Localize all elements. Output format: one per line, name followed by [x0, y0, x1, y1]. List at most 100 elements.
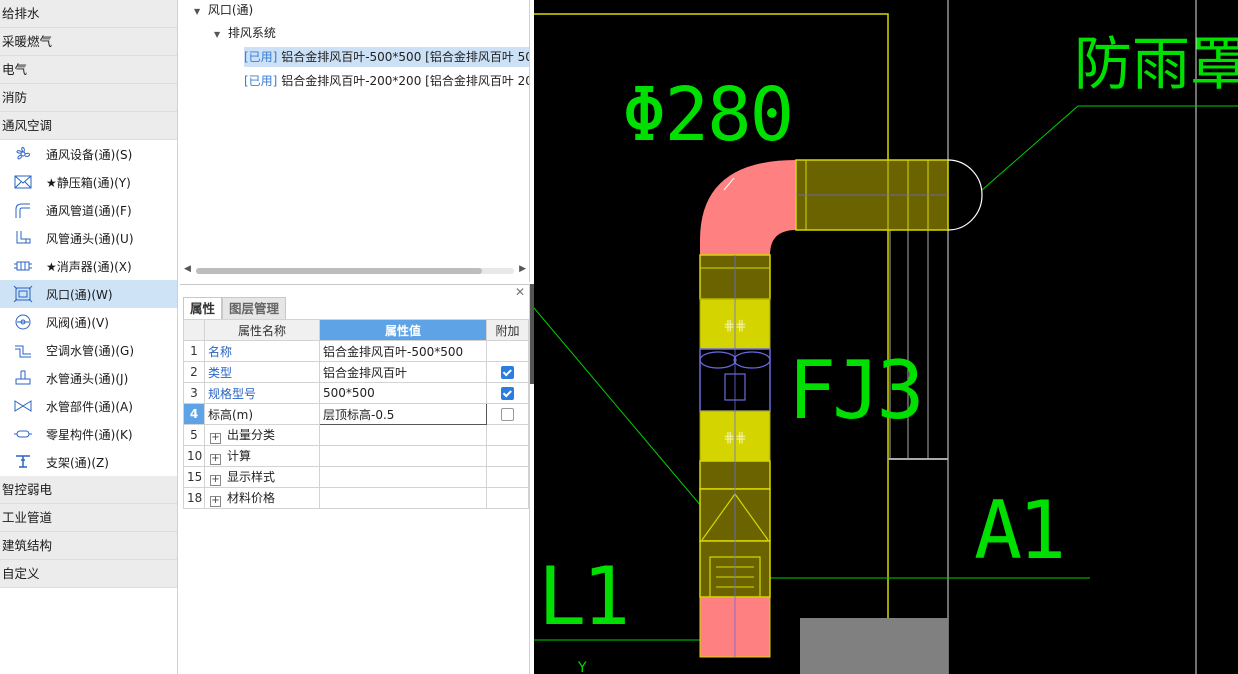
extra-cell — [486, 487, 529, 509]
category-bottom-0[interactable]: 智控弱电 — [0, 476, 177, 504]
extra-checkbox[interactable] — [501, 365, 514, 379]
rain-hood-label: 防雨罩 — [1074, 30, 1238, 98]
property-name: 规格型号 — [204, 382, 320, 404]
tree-root-label: 风口(通) — [207, 3, 254, 17]
header-property-value: 属性值 — [319, 319, 487, 341]
horizontal-scrollbar[interactable]: ◀ ▶ — [184, 264, 526, 278]
nav-item-duct-fitting[interactable]: 风管通头(通)(U) — [0, 224, 177, 252]
tab-properties[interactable]: 属性 — [183, 297, 223, 319]
expand-icon[interactable]: + — [210, 454, 221, 465]
category-bottom-1[interactable]: 工业管道 — [0, 504, 177, 532]
diameter-label: Φ280 — [622, 72, 792, 158]
category-bottom-2[interactable]: 建筑结构 — [0, 532, 177, 560]
property-name-label: 规格型号 — [208, 386, 257, 401]
property-row[interactable]: 1 名称 铝合金排风百叶-500*500 — [183, 340, 529, 362]
property-value[interactable] — [319, 424, 487, 446]
property-row[interactable]: 4 标高(m) 层顶标高-0.5 — [183, 403, 529, 425]
nav-item-water-pipe[interactable]: 空调水管(通)(G) — [0, 336, 177, 364]
scroll-thumb[interactable] — [196, 268, 482, 274]
nav-item-misc-part[interactable]: 零星构件(通)(K) — [0, 420, 177, 448]
expand-icon[interactable]: + — [210, 475, 221, 486]
property-group[interactable]: + 计算 — [204, 445, 320, 467]
tree-group-node[interactable]: ▼ 排风系统 — [214, 23, 276, 43]
category-top-1[interactable]: 采暖燃气 — [0, 28, 177, 56]
property-row[interactable]: 10 + 计算 — [183, 445, 529, 467]
nav-item-bracket[interactable]: 支架(通)(Z) — [0, 448, 177, 476]
property-group[interactable]: + 显示样式 — [204, 466, 320, 488]
expand-icon[interactable]: + — [210, 433, 221, 444]
property-group[interactable]: + 材料价格 — [204, 487, 320, 509]
pipe-fitting-icon — [12, 369, 34, 387]
nav-item-air-outlet[interactable]: 风口(通)(W) — [0, 280, 177, 308]
property-row[interactable]: 15 + 显示样式 — [183, 466, 529, 488]
property-value[interactable]: 铝合金排风百叶-500*500 — [319, 340, 487, 362]
property-group[interactable]: + 出量分类 — [204, 424, 320, 446]
nav-item-duct[interactable]: 通风管道(通)(F) — [0, 196, 177, 224]
category-top-2[interactable]: 电气 — [0, 56, 177, 84]
category-nav: 给排水 采暖燃气 电气 消防 通风空调 通风设备(通)(S) ★静压箱(通)(Y) 通风管道(… — [0, 0, 178, 674]
nav-item-valve-part[interactable]: 水管部件(通)(A) — [0, 392, 177, 420]
header-corner — [183, 319, 205, 341]
expand-icon[interactable]: + — [210, 496, 221, 507]
chevron-down-icon[interactable]: ▼ — [214, 25, 224, 45]
tree-item-label: 铝合金排风百叶-500*500 [铝合金排风百叶 500 — [277, 50, 530, 64]
gray-block — [800, 618, 948, 674]
static-box-icon — [12, 173, 34, 191]
property-row[interactable]: 18 + 材料价格 — [183, 487, 529, 509]
property-name-label: 计算 — [227, 449, 252, 463]
property-value[interactable] — [319, 487, 487, 509]
property-value[interactable] — [319, 445, 487, 467]
property-row[interactable]: 5 + 出量分类 — [183, 424, 529, 446]
tree-root-node[interactable]: ▼ 风口(通) — [194, 0, 253, 20]
property-name-label: 显示样式 — [227, 470, 276, 484]
tree-item-500[interactable]: [已用] 铝合金排风百叶-500*500 [铝合金排风百叶 500 — [244, 47, 530, 67]
nav-item-silencer[interactable]: ★消声器(通)(X) — [0, 252, 177, 280]
scroll-left-icon[interactable]: ◀ — [184, 264, 191, 274]
property-name: 标高(m) — [204, 403, 320, 425]
duct-icon — [12, 201, 34, 219]
extra-cell — [486, 445, 529, 467]
tree-item-200[interactable]: [已用] 铝合金排风百叶-200*200 [铝合金排风百叶 20 — [244, 71, 529, 91]
row-number: 3 — [183, 382, 205, 404]
property-row[interactable]: 2 类型 铝合金排风百叶 — [183, 361, 529, 383]
duct-elbow[interactable] — [700, 160, 796, 255]
water-pipe-icon — [12, 341, 34, 359]
property-value[interactable]: 层顶标高-0.5 — [319, 403, 487, 425]
category-top-4[interactable]: 通风空调 — [0, 112, 177, 140]
air-outlet-icon — [12, 285, 34, 303]
nav-item-pipe-fitting[interactable]: 水管通头(通)(J) — [0, 364, 177, 392]
property-name-label: 名称 — [208, 344, 233, 359]
cad-canvas[interactable]: ⋕⋕ ⋕⋕ Φ280 防雨罩 FJ3 A1 L1 Y — [533, 0, 1238, 674]
property-value[interactable]: 500*500 — [319, 382, 487, 404]
header-extra: 附加 — [486, 319, 529, 341]
category-bottom-3[interactable]: 自定义 — [0, 560, 177, 588]
scroll-right-icon[interactable]: ▶ — [519, 264, 526, 274]
equipment-label: FJ3 — [788, 344, 921, 437]
panel-tabs: 属性 图层管理 — [183, 297, 287, 319]
category-top-3[interactable]: 消防 — [0, 84, 177, 112]
nav-item-static-box[interactable]: ★静压箱(通)(Y) — [0, 168, 177, 196]
extra-cell — [486, 340, 529, 362]
app-window: 给排水 采暖燃气 电气 消防 通风空调 通风设备(通)(S) ★静压箱(通)(Y) 通风管道(… — [0, 0, 1238, 674]
extra-checkbox[interactable] — [501, 407, 514, 421]
header-property-name: 属性名称 — [204, 319, 320, 341]
extra-checkbox[interactable] — [501, 386, 514, 400]
category-top-0[interactable]: 给排水 — [0, 0, 177, 28]
extra-cell — [486, 403, 529, 425]
nav-item-label: 空调水管(通)(G) — [46, 343, 135, 358]
row-number: 1 — [183, 340, 205, 362]
chevron-down-icon[interactable]: ▼ — [194, 2, 204, 22]
property-value[interactable] — [319, 466, 487, 488]
nav-item-air-valve[interactable]: 风阀(通)(V) — [0, 308, 177, 336]
bracket-icon — [12, 453, 34, 471]
property-row[interactable]: 3 规格型号 500*500 — [183, 382, 529, 404]
property-value[interactable]: 铝合金排风百叶 — [319, 361, 487, 383]
property-name-label: 出量分类 — [227, 428, 276, 442]
property-name-label: 类型 — [208, 365, 233, 380]
rain-hood[interactable] — [947, 159, 983, 231]
valve-part-icon — [12, 397, 34, 415]
nav-item-fan[interactable]: 通风设备(通)(S) — [0, 140, 177, 168]
tab-layer-management[interactable]: 图层管理 — [222, 297, 287, 319]
close-icon[interactable]: ✕ — [515, 285, 525, 299]
leader-line — [981, 105, 1238, 191]
